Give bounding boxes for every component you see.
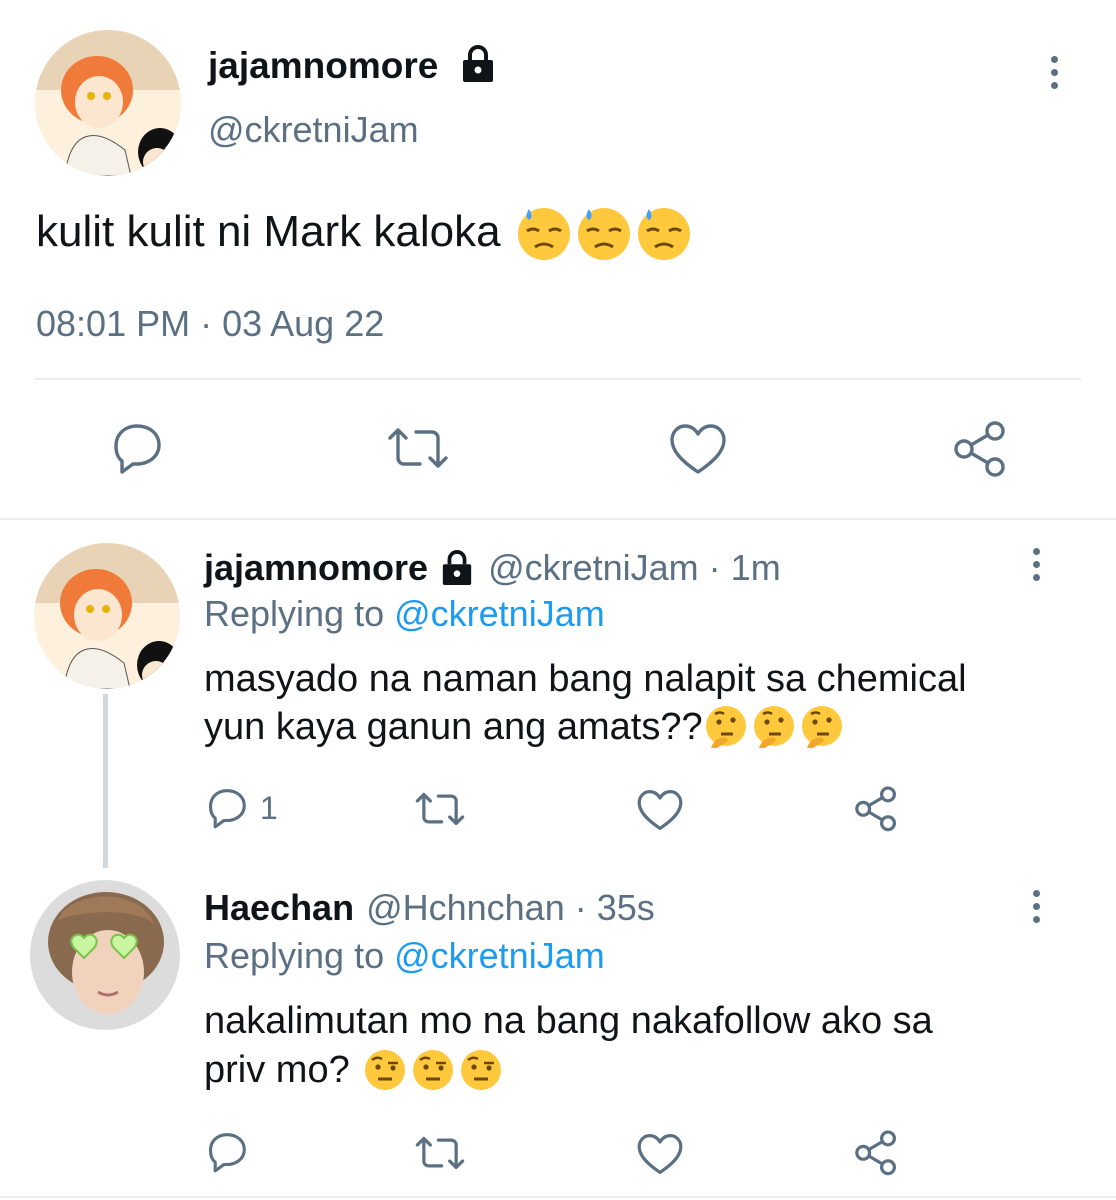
reply2-time-separator: · (574, 887, 587, 928)
reply2-like-button[interactable] (636, 1132, 684, 1181)
main-divider (35, 378, 1081, 380)
retweet-icon (415, 792, 465, 826)
reply1-more-options-icon[interactable] (1030, 548, 1042, 581)
share-icon (855, 786, 896, 832)
reply2-text-line1: nakalimutan mo na bang nakafollow ako sa (204, 1000, 933, 1042)
main-timestamp[interactable]: 08:01 PM · 03 Aug 22 (36, 302, 384, 346)
main-emoji-row (515, 203, 693, 261)
reply2-more-options-icon[interactable] (1030, 890, 1042, 923)
thinking-face-icon (753, 706, 794, 748)
replying-to-link[interactable]: @ckretniJam (394, 935, 605, 976)
reply1-retweet-button[interactable] (412, 788, 468, 835)
bottom-divider (0, 1196, 1116, 1198)
retweet-icon (388, 428, 448, 468)
reply2-handle[interactable]: @Hchnchan (366, 887, 565, 929)
main-share-button[interactable] (950, 418, 1010, 483)
thinking-face-icon (801, 706, 842, 748)
share-icon (954, 421, 1005, 477)
reply1-display-name[interactable]: jajamnomore (204, 547, 428, 589)
reply1-text-line2: yun kaya ganun ang amats?? (204, 705, 703, 748)
replying-to-label: Replying to (204, 935, 385, 976)
reply1-header: jajamnomore @ckretniJam · 1m (204, 546, 781, 590)
reply2-retweet-button[interactable] (412, 1132, 468, 1179)
sweat-face-icon (637, 208, 690, 260)
reply1-handle[interactable]: @ckretniJam (488, 547, 699, 589)
reply2-header: Haechan @Hchnchan · 35s (204, 886, 655, 930)
thread-line (103, 694, 108, 868)
like-icon (670, 424, 726, 474)
reply2-emoji-row (362, 1047, 504, 1093)
main-avatar[interactable] (35, 30, 181, 176)
reply-icon (114, 424, 161, 474)
reply2-time[interactable]: 35s (597, 887, 655, 929)
raised-eyebrow-face-icon (364, 1050, 405, 1090)
like-icon (637, 1134, 683, 1174)
replying-to-label: Replying to (204, 593, 385, 634)
reply2-display-name[interactable]: Haechan (204, 887, 354, 929)
lock-icon (442, 550, 472, 585)
raised-eyebrow-face-icon (460, 1050, 501, 1090)
section-divider (0, 518, 1116, 520)
retweet-icon (415, 1136, 465, 1170)
main-reply-button[interactable] (108, 420, 166, 481)
main-retweet-button[interactable] (384, 422, 452, 479)
main-display-name[interactable]: jajamnomore (208, 44, 438, 88)
main-tweet-text-row: kulit kulit ni Mark kaloka (36, 202, 693, 262)
reply1-emoji-row (703, 704, 845, 750)
main-like-button[interactable] (668, 422, 728, 481)
reply1-reply-button[interactable]: 1 (204, 786, 278, 830)
replying-to-link[interactable]: @ckretniJam (394, 593, 605, 634)
raised-eyebrow-face-icon (412, 1050, 453, 1090)
main-handle[interactable]: @ckretniJam (208, 108, 419, 152)
reply1-replying-to: Replying to @ckretniJam (204, 592, 605, 636)
reply1-share-button[interactable] (852, 784, 900, 837)
reply2-share-button[interactable] (852, 1128, 900, 1181)
reply2-text-line2-row: priv mo? (204, 1044, 504, 1096)
reply1-text-line1: masyado na naman bang nalapit sa chemica… (204, 658, 967, 700)
reply1-avatar[interactable] (34, 543, 180, 689)
reply2-replying-to: Replying to @ckretniJam (204, 934, 605, 978)
reply2-text-line2: priv mo? (204, 1048, 350, 1091)
sweat-face-icon (517, 208, 570, 260)
share-icon (855, 1130, 896, 1176)
main-tweet-text: kulit kulit ni Mark kaloka (36, 207, 501, 256)
reply1-time-separator: · (708, 547, 721, 588)
reply2-avatar[interactable] (30, 880, 180, 1030)
lock-icon (460, 44, 496, 84)
reply-icon (208, 1133, 246, 1173)
reply1-text-line2-row: yun kaya ganun ang amats?? (204, 702, 845, 752)
sweat-face-icon (577, 208, 630, 260)
reply1-time[interactable]: 1m (731, 547, 781, 589)
reply2-reply-button[interactable] (204, 1130, 260, 1174)
reply-icon (208, 789, 246, 829)
reply1-like-button[interactable] (636, 788, 684, 837)
main-more-options-icon[interactable] (1048, 56, 1060, 89)
like-icon (637, 790, 683, 830)
reply1-reply-count: 1 (260, 789, 278, 826)
thinking-face-icon (705, 706, 746, 748)
